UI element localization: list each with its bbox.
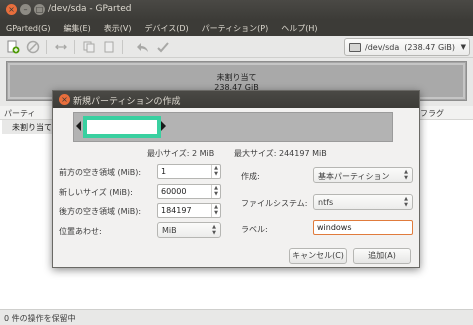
resize-icon[interactable] [54, 40, 68, 54]
partition-label-input[interactable]: windows [313, 220, 413, 235]
undo-icon[interactable] [136, 40, 150, 54]
menu-view[interactable]: 表示(V) [104, 23, 132, 34]
dialog-title: 新規パーティションの作成 [73, 97, 181, 107]
spinner-arrows-icon[interactable]: ▲ ▼ [211, 185, 220, 198]
spinner-arrows-icon[interactable]: ▲ ▼ [211, 204, 220, 217]
apply-icon[interactable] [156, 40, 170, 54]
window-titlebar: × – □ /dev/sda - GParted [0, 0, 473, 20]
create-as-value: 基本パーティション [318, 172, 390, 181]
free-before-value: 1 [161, 167, 167, 176]
delete-icon[interactable] [26, 40, 40, 54]
create-as-select[interactable]: 基本パーティション ▲ ▼ [313, 167, 413, 183]
toolbar-separator [46, 40, 47, 54]
window-title: /dev/sda - GParted [48, 4, 132, 14]
cancel-button[interactable]: キャンセル(C) [289, 248, 347, 264]
status-text: 0 件の操作を保留中 [4, 314, 76, 323]
partition-label-value: windows [317, 223, 352, 232]
new-icon[interactable] [6, 40, 20, 54]
free-before-label: 前方の空き領域 (MiB): [59, 168, 142, 177]
menu-help[interactable]: ヘルプ(H) [281, 23, 317, 34]
filesystem-value: ntfs [318, 198, 334, 207]
window-maximize-button[interactable]: □ [34, 4, 45, 15]
new-size-value: 60000 [161, 187, 187, 196]
dialog-close-button[interactable]: × [59, 94, 70, 105]
updown-arrows-icon: ▲ ▼ [404, 169, 408, 181]
toolbar-separator [74, 40, 75, 54]
create-as-label: 作成: [241, 172, 260, 181]
copy-icon[interactable] [82, 40, 96, 54]
min-size-label: 最小サイズ: 2 MiB [147, 149, 215, 158]
device-selector[interactable]: /dev/sda (238.47 GiB) ▼ [344, 38, 470, 56]
filesystem-label: ファイルシステム: [241, 199, 308, 208]
toolbar-separator [122, 40, 123, 54]
window-minimize-button[interactable]: – [20, 4, 31, 15]
menu-partition[interactable]: パーティション(P) [202, 23, 269, 34]
new-size-label: 新しいサイズ (MiB): [59, 188, 133, 197]
paste-icon[interactable] [102, 40, 116, 54]
list-item[interactable]: 未割り当て [2, 120, 52, 134]
device-label: /dev/sda [365, 42, 400, 52]
right-resize-handle[interactable] [161, 121, 166, 131]
column-partition[interactable]: パーティ [4, 108, 36, 119]
spinner-arrows-icon[interactable]: ▲ ▼ [211, 165, 220, 178]
unallocated-label: 未割り当て [216, 73, 257, 82]
align-value: MiB [162, 226, 177, 235]
dialog-titlebar: × 新規パーティションの作成 [53, 91, 419, 108]
create-partition-dialog: × 新規パーティションの作成 最小サイズ: 2 MiB 最大サイズ: 24419… [52, 90, 420, 268]
menu-edit[interactable]: 編集(E) [63, 23, 90, 34]
disk-icon [349, 42, 361, 52]
new-partition-block[interactable] [83, 116, 161, 138]
align-select[interactable]: MiB ▲ ▼ [157, 222, 221, 238]
menu-gparted[interactable]: GParted(G) [6, 24, 50, 33]
chevron-down-icon: ▼ [460, 43, 466, 51]
left-resize-handle[interactable] [76, 121, 81, 131]
statusbar: 0 件の操作を保留中 [0, 309, 473, 325]
partition-label-label: ラベル: [241, 225, 268, 234]
filesystem-select[interactable]: ntfs ▲ ▼ [313, 194, 413, 210]
updown-arrows-icon: ▲ ▼ [212, 224, 216, 236]
new-size-spinner[interactable]: 60000 ▲ ▼ [157, 184, 221, 199]
menubar: GParted(G) 編集(E) 表示(V) デバイス(D) パーティション(P… [0, 20, 473, 36]
window-close-button[interactable]: × [6, 4, 17, 15]
max-size-label: 最大サイズ: 244197 MiB [234, 149, 327, 158]
free-after-label: 後方の空き領域 (MiB): [59, 207, 142, 216]
updown-arrows-icon: ▲ ▼ [404, 196, 408, 208]
toolbar: /dev/sda (238.47 GiB) ▼ [0, 36, 473, 58]
align-label: 位置あわせ: [59, 227, 102, 236]
add-button[interactable]: 追加(A) [353, 248, 411, 264]
list-item-label: 未割り当て [12, 123, 52, 132]
device-size: (238.47 GiB) [404, 42, 455, 52]
free-before-spinner[interactable]: 1 ▲ ▼ [157, 164, 221, 179]
free-after-spinner[interactable]: 184197 ▲ ▼ [157, 203, 221, 218]
column-flags[interactable]: フラグ [420, 108, 444, 119]
menu-device[interactable]: デバイス(D) [144, 23, 188, 34]
free-after-value: 184197 [161, 206, 192, 215]
partition-size-graphic[interactable] [73, 112, 393, 142]
